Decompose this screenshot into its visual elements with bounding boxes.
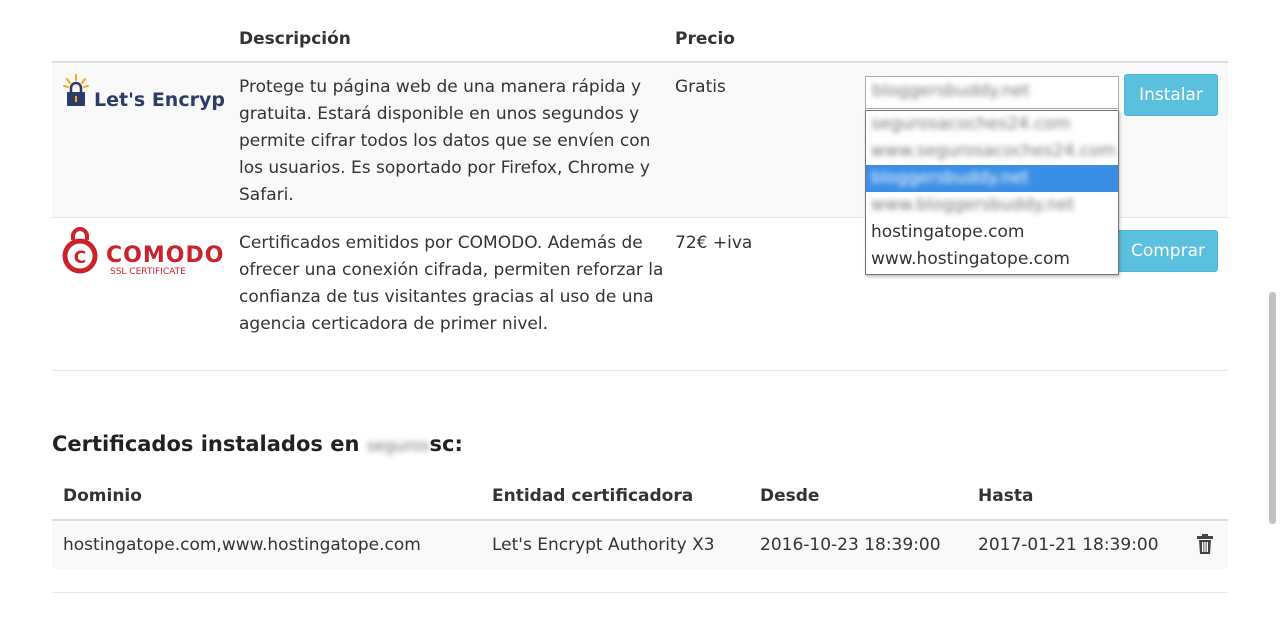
installed-from: 2016-10-23 18:39:00 xyxy=(760,535,941,555)
row-divider xyxy=(52,592,1228,593)
installed-authority: Let's Encrypt Authority X3 xyxy=(492,535,715,555)
dropdown-option[interactable]: www.bloggersbuddy.net xyxy=(866,192,1118,219)
letsencrypt-price: Gratis xyxy=(675,77,726,97)
title-prefix: Certificados instalados en xyxy=(52,432,360,456)
svg-text:C: C xyxy=(74,248,86,268)
domain-select[interactable]: bloggersbuddy.net xyxy=(865,76,1119,109)
scrollbar-thumb[interactable] xyxy=(1269,292,1276,524)
domain-select-value: bloggersbuddy.net xyxy=(872,81,1030,101)
comodo-logo: C COMODO SSL CERTIFICATE xyxy=(60,226,228,280)
dropdown-option[interactable]: hostingatope.com xyxy=(866,219,1118,246)
column-header-domain: Dominio xyxy=(63,486,142,506)
letsencrypt-logo-text: Let's Encrypt xyxy=(94,89,224,111)
title-blurred-name: seguros xyxy=(366,436,430,455)
dropdown-option-selected[interactable]: bloggersbuddy.net xyxy=(866,165,1118,192)
comodo-logo-text: COMODO xyxy=(106,243,224,268)
dropdown-option[interactable]: www.segurosacoches24.com xyxy=(866,138,1118,165)
install-button[interactable]: Instalar xyxy=(1124,74,1218,116)
comodo-logo-subtext: SSL CERTIFICATE xyxy=(110,267,186,277)
column-header-description: Descripción xyxy=(239,29,351,49)
dropdown-option[interactable]: www.hostingatope.com xyxy=(866,246,1118,273)
comodo-description: Certificados emitidos por COMODO. Además… xyxy=(239,233,664,334)
letsencrypt-logo: Let's Encrypt xyxy=(62,74,234,116)
letsencrypt-description: Protege tu página web de una manera rápi… xyxy=(239,77,651,205)
domain-dropdown-list[interactable]: segurosacoches24.com www.segurosacoches2… xyxy=(865,110,1119,275)
row-divider xyxy=(52,370,1228,371)
column-header-authority: Entidad certificadora xyxy=(492,486,694,506)
column-header-from: Desde xyxy=(760,486,820,506)
buy-button[interactable]: Comprar xyxy=(1110,230,1218,272)
comodo-price: 72€ +iva xyxy=(675,233,753,253)
installed-domain: hostingatope.com,www.hostingatope.com xyxy=(63,535,421,555)
title-suffix: sc: xyxy=(429,432,463,456)
dropdown-option[interactable]: segurosacoches24.com xyxy=(866,111,1118,138)
column-header-price: Precio xyxy=(675,29,735,49)
installed-certificates-title: Certificados instalados en segurossc: xyxy=(52,432,463,456)
trash-icon[interactable] xyxy=(1196,534,1214,554)
installed-to: 2017-01-21 18:39:00 xyxy=(978,535,1159,555)
column-header-to: Hasta xyxy=(978,486,1034,506)
